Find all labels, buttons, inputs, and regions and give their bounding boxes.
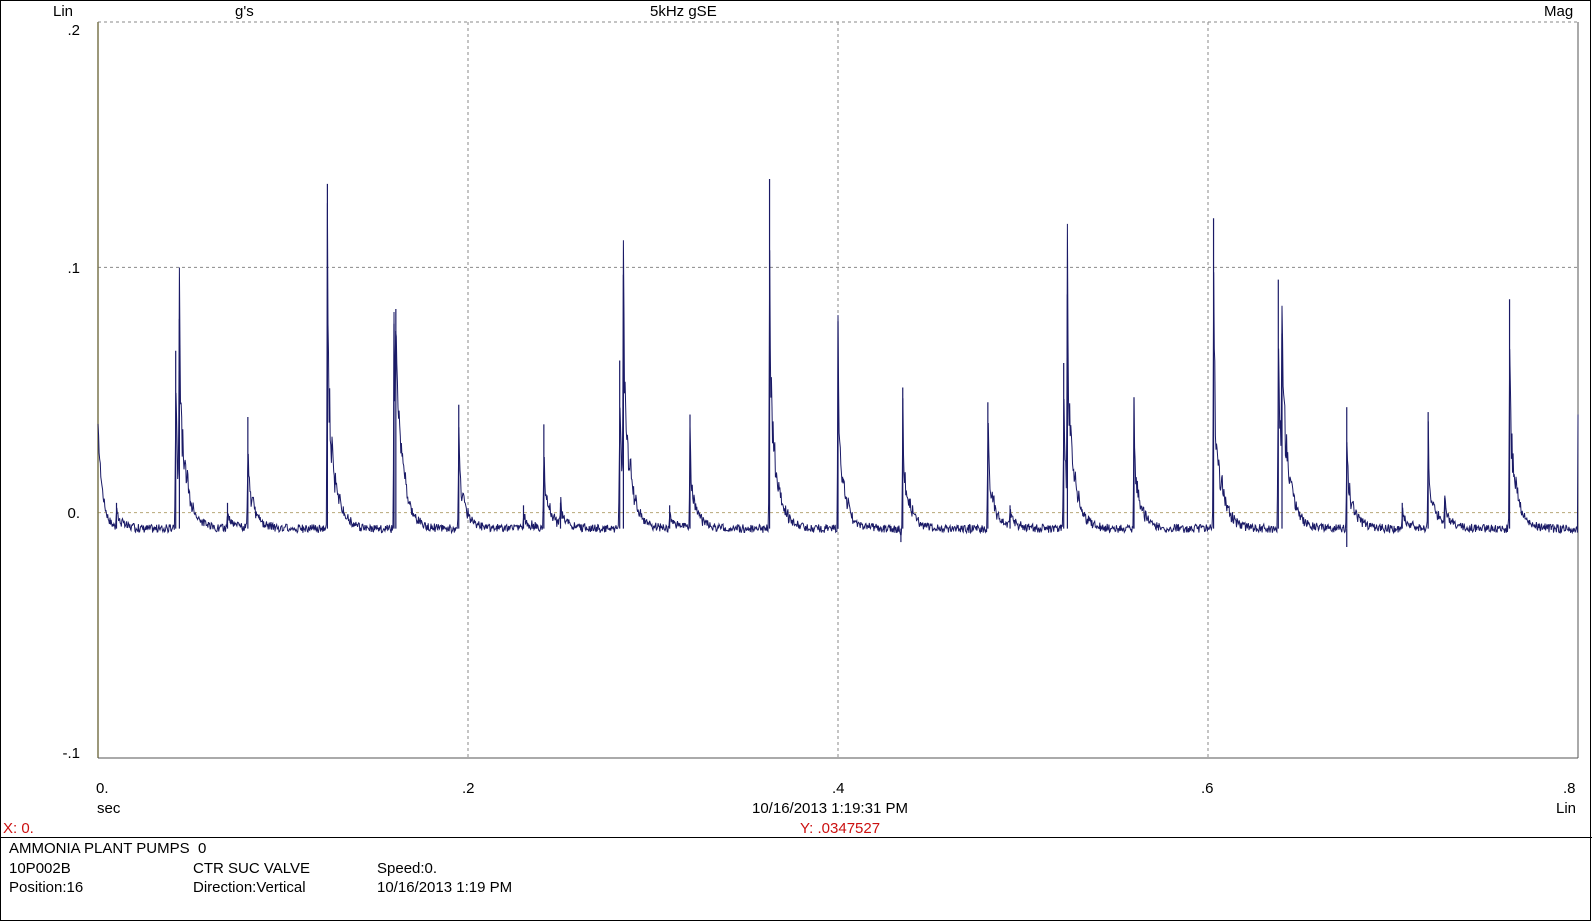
timestamp-label: 10/16/2013 1:19:31 PM bbox=[752, 800, 908, 817]
machine-id: 10P002B bbox=[9, 860, 71, 877]
y-tick-label: .2 bbox=[67, 22, 80, 39]
y-scale-label: Lin bbox=[53, 3, 74, 20]
speed-label: Speed:0. bbox=[377, 860, 438, 877]
point-name: CTR SUC VALVE bbox=[193, 860, 310, 877]
x-tick-label: .4 bbox=[832, 780, 845, 797]
waveform-chart[interactable] bbox=[0, 0, 1592, 922]
x-tick-label: .2 bbox=[462, 780, 475, 797]
plant-suffix: 0 bbox=[198, 840, 207, 857]
y-tick-label: -.1 bbox=[62, 745, 80, 762]
x-tick-label: .8 bbox=[1563, 780, 1576, 797]
x-tick-label: .6 bbox=[1201, 780, 1214, 797]
measurement-date: 10/16/2013 1:19 PM bbox=[377, 879, 513, 896]
plant-name: AMMONIA PLANT PUMPS bbox=[9, 840, 190, 857]
direction-label: Direction:Vertical bbox=[193, 879, 306, 896]
position-label: Position:16 bbox=[9, 879, 84, 896]
cursor-y-readout: Y: .0347527 bbox=[800, 820, 881, 837]
x-scale-label: Lin bbox=[1556, 800, 1577, 817]
cursor-x-readout: X: 0. bbox=[3, 820, 34, 837]
y-units-label: g's bbox=[235, 3, 254, 20]
chart-title: 5kHz gSE bbox=[650, 3, 717, 20]
footer-divider bbox=[0, 837, 1592, 838]
display-mode-label: Mag bbox=[1544, 3, 1574, 20]
x-unit-label: sec bbox=[97, 800, 121, 817]
y-tick-label: .1 bbox=[67, 260, 80, 277]
y-tick-label: 0. bbox=[67, 505, 80, 522]
x-tick-label: 0. bbox=[96, 780, 109, 797]
